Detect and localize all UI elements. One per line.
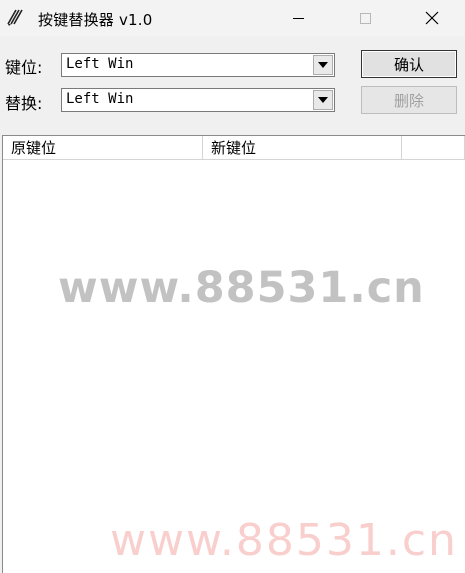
close-icon [425,11,439,25]
replace-select[interactable]: Left Win [61,88,335,112]
maximize-button[interactable] [342,0,388,36]
column-header-original-key[interactable]: 原键位 [3,136,203,159]
chevron-down-icon [318,97,328,103]
watermark-text: www.88531.cn [58,263,425,313]
column-header-new-key[interactable]: 新键位 [203,136,402,159]
key-label: 键位: [5,58,43,77]
watermark-text-secondary: www.88531.cn [110,515,458,566]
chevron-down-icon [318,62,328,68]
close-button[interactable] [409,0,455,36]
column-header-empty [402,136,465,159]
confirm-button[interactable]: 确认 [361,50,457,78]
list-header: 原键位 新键位 [3,136,465,160]
replace-select-dropdown-button[interactable] [313,90,333,110]
delete-button[interactable]: 删除 [361,86,457,114]
pencil-stripes-icon [7,9,23,26]
key-select-value: Left Win [66,56,134,72]
replace-select-value: Left Win [66,91,134,107]
minimize-button[interactable] [275,0,321,36]
key-select-dropdown-button[interactable] [313,55,333,75]
minimize-icon [292,17,304,19]
key-select[interactable]: Left Win [61,53,335,77]
mapping-list[interactable]: 原键位 新键位 [2,135,465,573]
replace-label: 替换: [5,94,43,113]
window-title: 按键替换器 v1.0 [38,11,153,29]
maximize-icon [359,12,371,24]
title-bar: 按键替换器 v1.0 [0,0,465,36]
